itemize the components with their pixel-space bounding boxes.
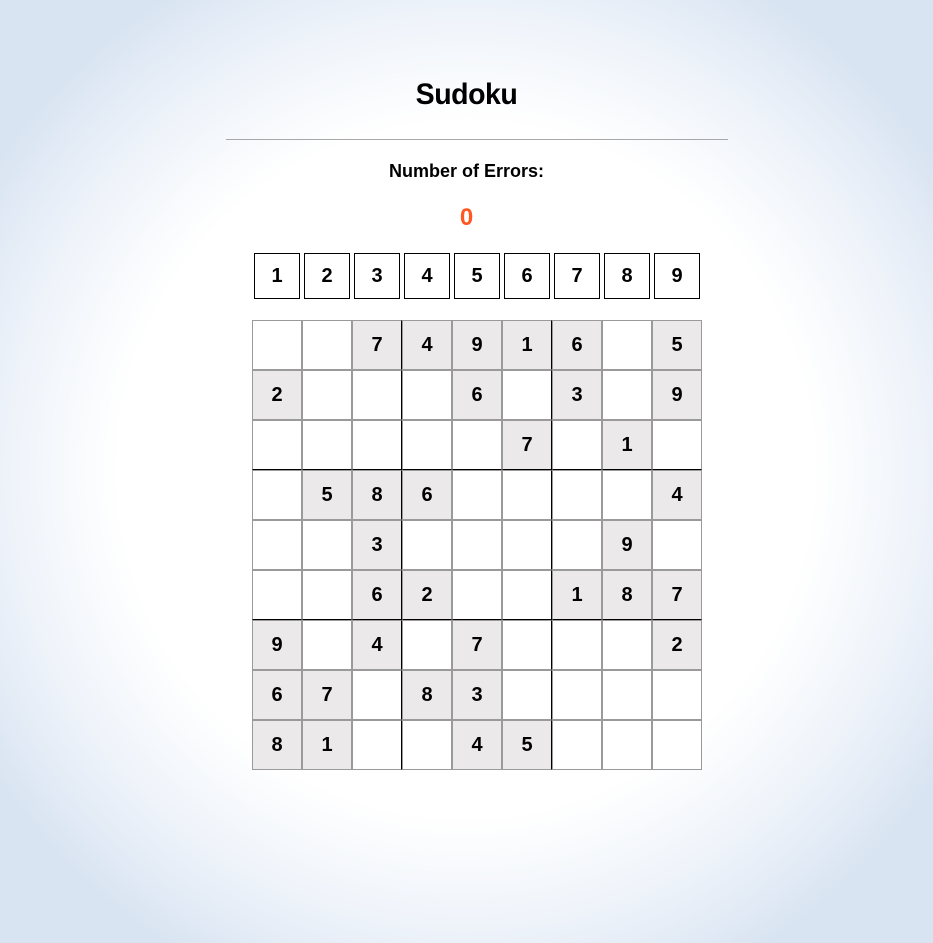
board-cell-r4-c9[interactable]: 4 [652, 470, 702, 520]
board-cell-r4-c1[interactable] [252, 470, 302, 520]
board-cell-r6-c6[interactable] [502, 570, 552, 620]
board-cell-r2-c5[interactable]: 6 [452, 370, 502, 420]
board-cell-r3-c1[interactable] [252, 420, 302, 470]
board-cell-r8-c1[interactable]: 6 [252, 670, 302, 720]
board-cell-r9-c9[interactable] [652, 720, 702, 770]
digit-palette: 123456789 [254, 253, 700, 299]
digit-button-6[interactable]: 6 [504, 253, 550, 299]
board-cell-r7-c5[interactable]: 7 [452, 620, 502, 670]
board-cell-r7-c6[interactable] [502, 620, 552, 670]
board-cell-r9-c4[interactable] [402, 720, 452, 770]
board-cell-r8-c6[interactable] [502, 670, 552, 720]
board-cell-r6-c8[interactable]: 8 [602, 570, 652, 620]
board-cell-r5-c4[interactable] [402, 520, 452, 570]
sudoku-board: 74916526397158643962187947267838145 [252, 320, 702, 770]
board-cell-r1-c6[interactable]: 1 [502, 320, 552, 370]
board-cell-r5-c8[interactable]: 9 [602, 520, 652, 570]
board-cell-r7-c1[interactable]: 9 [252, 620, 302, 670]
board-cell-r4-c3[interactable]: 8 [352, 470, 402, 520]
board-cell-r3-c3[interactable] [352, 420, 402, 470]
board-cell-r4-c2[interactable]: 5 [302, 470, 352, 520]
board-cell-r6-c4[interactable]: 2 [402, 570, 452, 620]
errors-count: 0 [459, 204, 474, 231]
board-cell-r8-c8[interactable] [602, 670, 652, 720]
digit-button-4[interactable]: 4 [404, 253, 450, 299]
board-cell-r7-c9[interactable]: 2 [652, 620, 702, 670]
board-cell-r8-c7[interactable] [552, 670, 602, 720]
board-cell-r2-c3[interactable] [352, 370, 402, 420]
board-cell-r8-c9[interactable] [652, 670, 702, 720]
board-cell-r3-c6[interactable]: 7 [502, 420, 552, 470]
board-cell-r2-c1[interactable]: 2 [252, 370, 302, 420]
digit-button-8[interactable]: 8 [604, 253, 650, 299]
board-cell-r5-c5[interactable] [452, 520, 502, 570]
digit-button-9[interactable]: 9 [654, 253, 700, 299]
board-cell-r1-c3[interactable]: 7 [352, 320, 402, 370]
board-cell-r1-c1[interactable] [252, 320, 302, 370]
board-cell-r2-c4[interactable] [402, 370, 452, 420]
digit-button-3[interactable]: 3 [354, 253, 400, 299]
board-cell-r3-c8[interactable]: 1 [602, 420, 652, 470]
board-cell-r6-c5[interactable] [452, 570, 502, 620]
board-cell-r5-c2[interactable] [302, 520, 352, 570]
board-cell-r6-c1[interactable] [252, 570, 302, 620]
board-cell-r3-c2[interactable] [302, 420, 352, 470]
board-cell-r1-c5[interactable]: 9 [452, 320, 502, 370]
board-cell-r6-c3[interactable]: 6 [352, 570, 402, 620]
board-cell-r5-c3[interactable]: 3 [352, 520, 402, 570]
digit-button-5[interactable]: 5 [454, 253, 500, 299]
board-cell-r5-c1[interactable] [252, 520, 302, 570]
board-cell-r6-c2[interactable] [302, 570, 352, 620]
digit-button-2[interactable]: 2 [304, 253, 350, 299]
board-cell-r1-c2[interactable] [302, 320, 352, 370]
board-cell-r5-c6[interactable] [502, 520, 552, 570]
board-cell-r4-c8[interactable] [602, 470, 652, 520]
board-cell-r1-c9[interactable]: 5 [652, 320, 702, 370]
board-cell-r1-c8[interactable] [602, 320, 652, 370]
board-cell-r9-c1[interactable]: 8 [252, 720, 302, 770]
digit-button-7[interactable]: 7 [554, 253, 600, 299]
board-cell-r8-c5[interactable]: 3 [452, 670, 502, 720]
board-cell-r4-c5[interactable] [452, 470, 502, 520]
board-cell-r7-c2[interactable] [302, 620, 352, 670]
board-cell-r7-c3[interactable]: 4 [352, 620, 402, 670]
title-divider [226, 139, 728, 140]
board-cell-r8-c2[interactable]: 7 [302, 670, 352, 720]
board-cell-r8-c4[interactable]: 8 [402, 670, 452, 720]
board-cell-r2-c7[interactable]: 3 [552, 370, 602, 420]
board-cell-r3-c7[interactable] [552, 420, 602, 470]
board-cell-r5-c9[interactable] [652, 520, 702, 570]
board-cell-r6-c7[interactable]: 1 [552, 570, 602, 620]
board-cell-r2-c9[interactable]: 9 [652, 370, 702, 420]
board-cell-r4-c6[interactable] [502, 470, 552, 520]
board-cell-r8-c3[interactable] [352, 670, 402, 720]
board-cell-r3-c4[interactable] [402, 420, 452, 470]
board-cell-r2-c8[interactable] [602, 370, 652, 420]
errors-label: Number of Errors: [388, 161, 545, 181]
board-cell-r9-c3[interactable] [352, 720, 402, 770]
board-cell-r9-c5[interactable]: 4 [452, 720, 502, 770]
board-cell-r4-c4[interactable]: 6 [402, 470, 452, 520]
board-cell-r5-c7[interactable] [552, 520, 602, 570]
board-cell-r3-c9[interactable] [652, 420, 702, 470]
board-cell-r9-c6[interactable]: 5 [502, 720, 552, 770]
board-cell-r2-c2[interactable] [302, 370, 352, 420]
board-cell-r2-c6[interactable] [502, 370, 552, 420]
board-cell-r1-c7[interactable]: 6 [552, 320, 602, 370]
board-cell-r4-c7[interactable] [552, 470, 602, 520]
board-cell-r1-c4[interactable]: 4 [402, 320, 452, 370]
board-cell-r3-c5[interactable] [452, 420, 502, 470]
digit-button-1[interactable]: 1 [254, 253, 300, 299]
board-cell-r9-c7[interactable] [552, 720, 602, 770]
board-cell-r6-c9[interactable]: 7 [652, 570, 702, 620]
board-cell-r9-c2[interactable]: 1 [302, 720, 352, 770]
board-cell-r7-c7[interactable] [552, 620, 602, 670]
board-cell-r9-c8[interactable] [602, 720, 652, 770]
board-cell-r7-c8[interactable] [602, 620, 652, 670]
page-title: Sudoku [415, 78, 518, 111]
board-cell-r7-c4[interactable] [402, 620, 452, 670]
